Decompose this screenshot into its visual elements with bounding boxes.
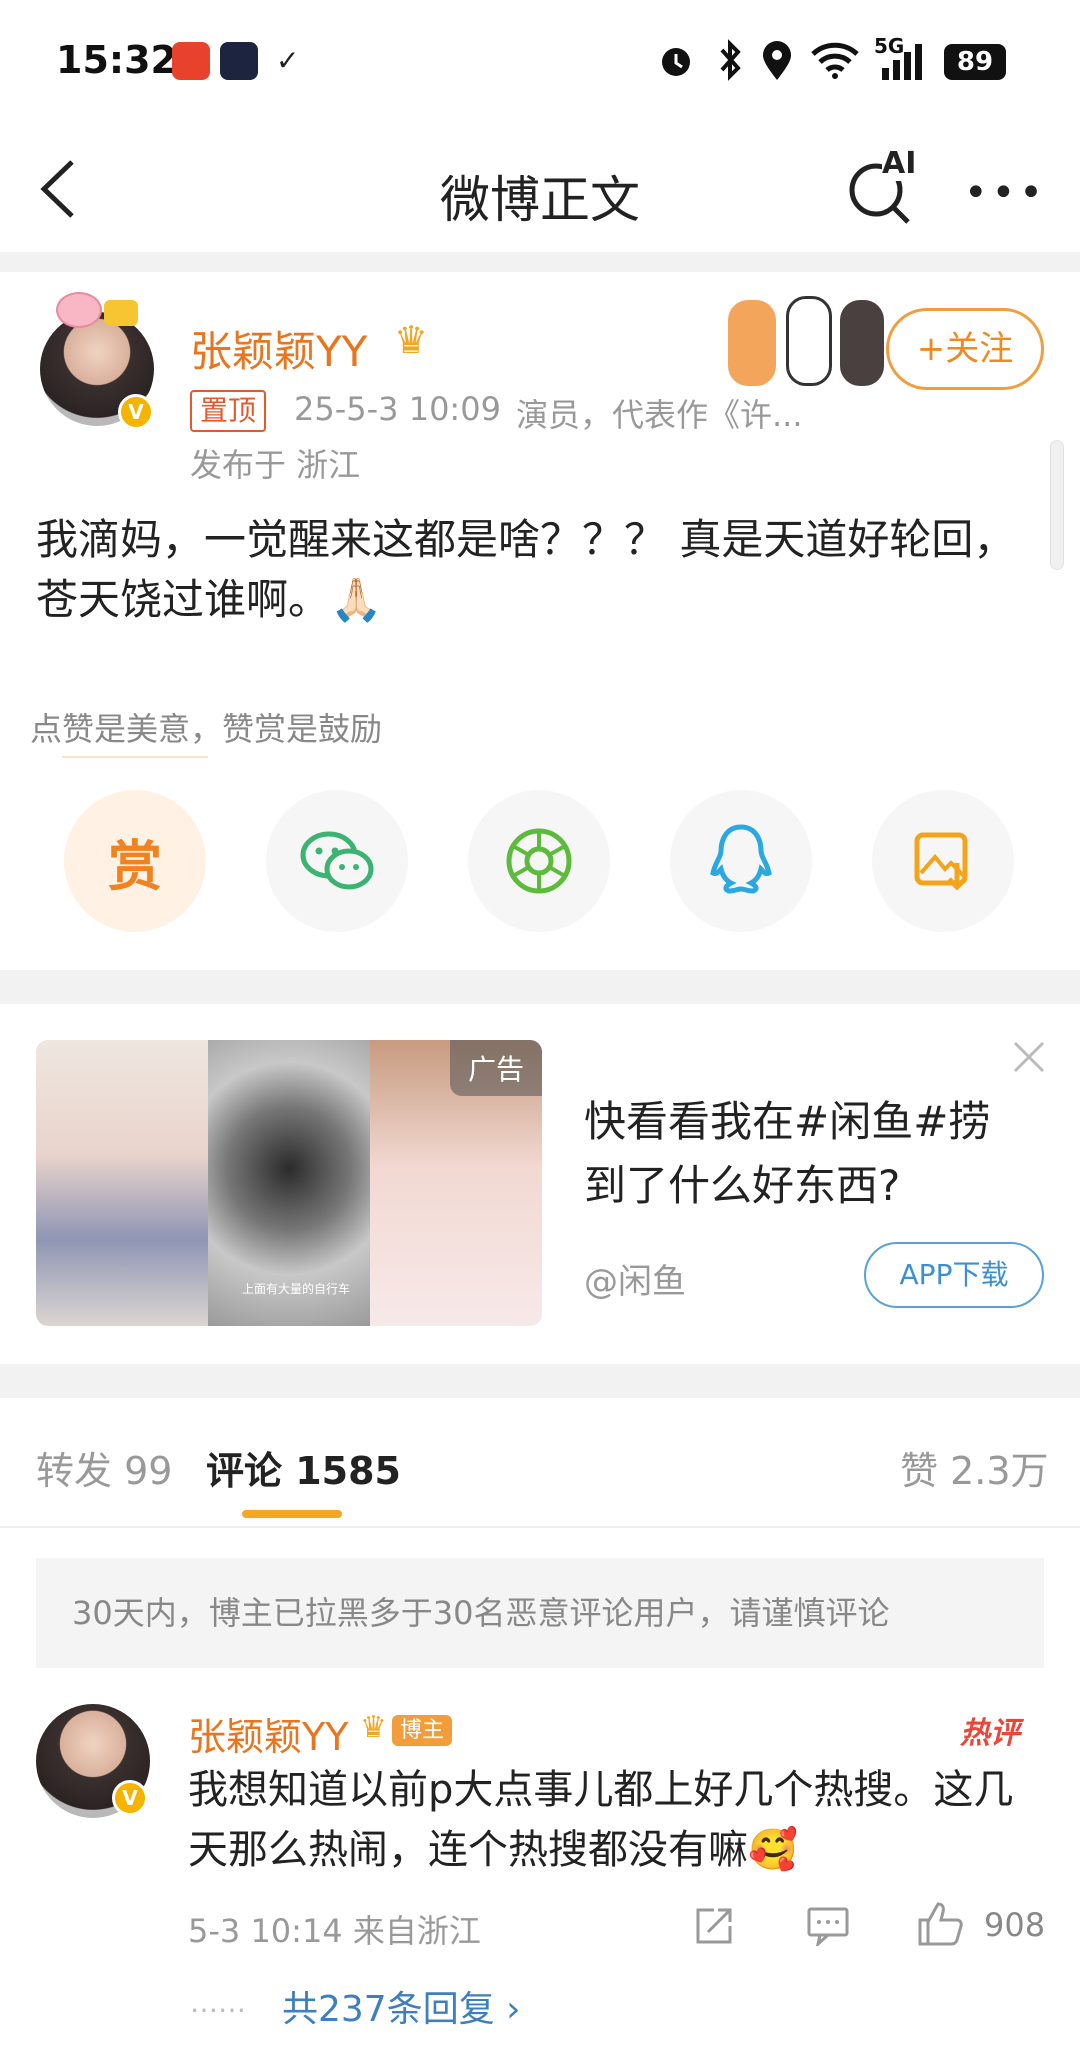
cat-paw-decoration <box>840 300 884 386</box>
reward-tip-underline <box>62 756 208 758</box>
follow-button[interactable]: +关注 <box>886 308 1044 390</box>
pin-badge: 置顶 <box>190 390 267 432</box>
moments-icon <box>506 828 572 894</box>
author-badge: ♛ 博主 <box>360 1710 453 1746</box>
comment-meta: 5-3 10:14 来自浙江 <box>188 1912 481 1950</box>
wechat-icon <box>300 831 374 890</box>
ai-search-button[interactable]: AI <box>846 146 922 226</box>
author-bio: 演员，代表作《许... <box>516 396 803 434</box>
app-download-button[interactable]: APP下载 <box>864 1242 1044 1308</box>
verified-badge-icon: V <box>118 394 154 430</box>
like-icon[interactable] <box>916 1900 964 1946</box>
comment-notice: 30天内，博主已拉黑多于30名恶意评论用户，请谨慎评论 <box>36 1558 1044 1668</box>
bluetooth-icon <box>720 39 741 81</box>
crown-icon: ♛ <box>394 318 429 362</box>
scrollbar[interactable] <box>1050 440 1064 570</box>
divider <box>0 1364 1080 1398</box>
reward-tip: 点赞是美意，赞赏是鼓励 <box>30 710 383 748</box>
share-moments-button[interactable] <box>468 790 610 932</box>
comment-icon[interactable] <box>806 1906 850 1946</box>
check-icon: ✓ <box>276 44 300 77</box>
reward-label: 赏 <box>108 834 162 898</box>
tab-likes[interactable]: 赞 2.3万 <box>900 1440 1049 1495</box>
like-count: 908 <box>984 1906 1046 1944</box>
view-replies-link[interactable]: 共237条回复 › <box>282 1980 521 2032</box>
save-image-button[interactable] <box>872 790 1014 932</box>
tab-active-indicator <box>242 1510 342 1518</box>
battery-level: 89 <box>956 47 994 77</box>
battery-indicator: 89 <box>944 44 1006 80</box>
blogger-badge: 博主 <box>392 1715 453 1746</box>
verified-badge-icon: V <box>112 1780 148 1816</box>
reply-dots: …… <box>190 1986 246 2019</box>
tab-repost[interactable]: 转发 99 <box>36 1440 172 1495</box>
share-qq-button[interactable] <box>670 790 812 932</box>
reward-button[interactable]: 赏 <box>64 790 206 932</box>
share-icon[interactable] <box>694 1906 734 1946</box>
commenter-name[interactable]: 张颖颖YY <box>188 1706 348 1761</box>
alarm-icon <box>662 48 690 76</box>
post-location: 发布于 浙江 <box>190 446 361 484</box>
nav-bar: 微博正文 AI ••• <box>0 120 1080 252</box>
author-name[interactable]: 张颖颖YY <box>190 318 367 379</box>
share-wechat-button[interactable] <box>266 790 408 932</box>
wifi-icon <box>811 42 859 79</box>
status-bar: 15:32 ✓ 5G 89 <box>0 0 1080 120</box>
signal-icon <box>882 44 922 80</box>
waimai-app-icon <box>172 42 210 80</box>
pig-sticker-icon <box>56 292 102 328</box>
post-date: 25-5-3 10:09 <box>294 390 501 428</box>
more-options-icon[interactable]: ••• <box>964 170 1047 216</box>
cat-paw-decoration <box>728 300 776 386</box>
divider <box>0 1526 1080 1528</box>
divider <box>0 252 1080 272</box>
bow-sticker-icon <box>104 300 138 326</box>
ad-image[interactable]: 上面有大量的自行车 广告 <box>36 1040 542 1326</box>
ai-label: AI <box>882 146 917 181</box>
divider <box>0 970 1080 1004</box>
status-time: 15:32 <box>56 38 177 82</box>
location-icon <box>763 41 791 80</box>
close-icon[interactable] <box>1012 1040 1046 1074</box>
save-image-icon <box>914 832 968 891</box>
ad-text[interactable]: 快看看我在#闲鱼#捞到了什么好东西? <box>584 1090 1004 1218</box>
tab-comments[interactable]: 评论 1585 <box>206 1440 401 1495</box>
crown-icon: ♛ <box>360 1710 387 1745</box>
hot-comment-badge: 热评 <box>960 1716 1020 1751</box>
ad-source: @闲鱼 <box>584 1262 686 1302</box>
ad-caption: 上面有大量的自行车 <box>242 1282 351 1296</box>
app-icon <box>220 42 258 80</box>
comment-text: 我想知道以前p大点事儿都上好几个热搜。这几天那么热闹，连个热搜都没有嘛🥰 <box>188 1767 1014 1873</box>
qq-icon <box>710 824 772 894</box>
pin-label: 置顶 <box>200 394 257 427</box>
ad-image-left <box>36 1040 208 1326</box>
post-text: 我滴妈，一觉醒来这都是啥？？？ 真是天道好轮回，苍天饶过谁啊。🙏🏻 <box>36 515 1016 624</box>
ad-tag: 广告 <box>449 1040 542 1096</box>
cat-paw-decoration <box>786 296 832 386</box>
